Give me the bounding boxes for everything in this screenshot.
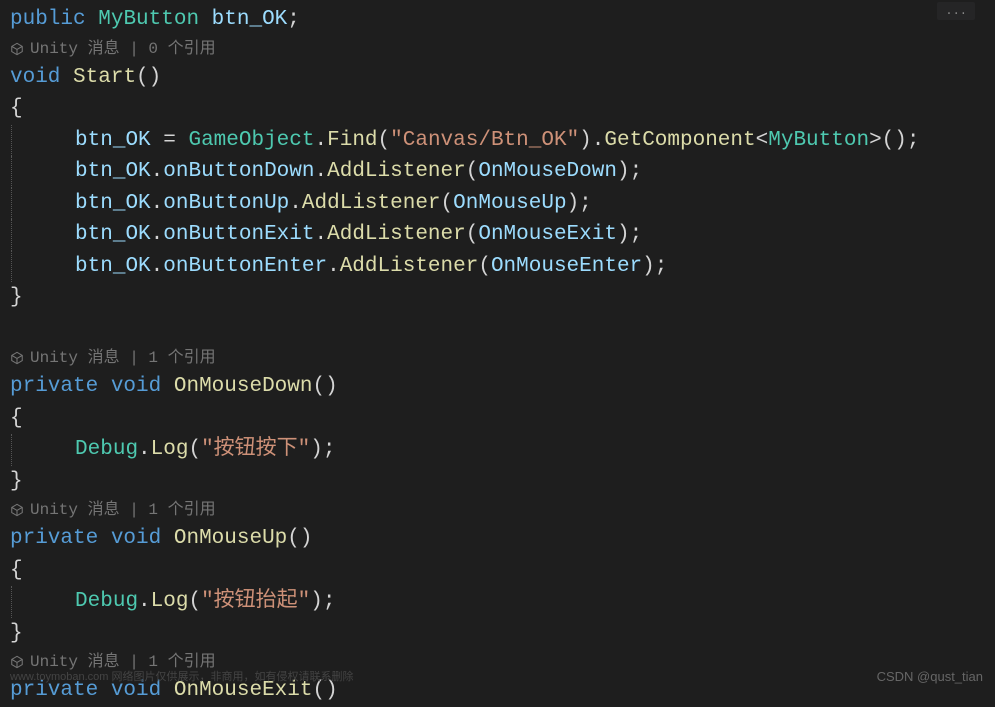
codelens-onmousedown[interactable]: Unity 消息 | 1 个引用 xyxy=(10,345,995,371)
cube-icon xyxy=(10,351,24,365)
method-log: Log xyxy=(151,586,189,618)
keyword-private: private xyxy=(10,523,98,555)
code-line: btn_OK.onButtonDown.AddListener(OnMouseD… xyxy=(10,156,995,188)
string-button-down: "按钮按下" xyxy=(201,434,310,466)
code-editor[interactable]: public MyButton btn_OK; Unity 消息 | 0 个引用… xyxy=(0,0,995,707)
method-log: Log xyxy=(151,434,189,466)
code-line: } xyxy=(10,466,995,498)
code-line: Debug.Log("按钮抬起"); xyxy=(10,586,995,618)
keyword-void: void xyxy=(10,62,60,94)
keyword-private: private xyxy=(10,371,98,403)
code-line: private void OnMouseDown() xyxy=(10,371,995,403)
keyword-void: void xyxy=(111,371,161,403)
method-addlistener: AddListener xyxy=(327,156,466,188)
var-btn-ok: btn_OK xyxy=(212,4,288,36)
arg-onmouseenter: OnMouseEnter xyxy=(491,251,642,283)
method-find: Find xyxy=(327,125,377,157)
code-line: { xyxy=(10,403,995,435)
code-line: void Start() xyxy=(10,62,995,94)
prop-onbuttonup: onButtonUp xyxy=(163,188,289,220)
method-addlistener: AddListener xyxy=(340,251,479,283)
watermark-csdn: CSDN @qust_tian xyxy=(877,669,983,684)
code-line: btn_OK.onButtonUp.AddListener(OnMouseUp)… xyxy=(10,188,995,220)
type-debug: Debug xyxy=(75,586,138,618)
code-line: btn_OK.onButtonExit.AddListener(OnMouseE… xyxy=(10,219,995,251)
keyword-public: public xyxy=(10,4,86,36)
method-addlistener: AddListener xyxy=(327,219,466,251)
code-line: public MyButton btn_OK; xyxy=(10,4,995,36)
prop-onbuttondown: onButtonDown xyxy=(163,156,314,188)
var-btn-ok: btn_OK xyxy=(75,156,151,188)
method-onmousedown: OnMouseDown xyxy=(174,371,313,403)
cube-icon xyxy=(10,503,24,517)
codelens-start[interactable]: Unity 消息 | 0 个引用 xyxy=(10,36,995,62)
blank-line xyxy=(10,314,995,346)
keyword-void: void xyxy=(111,523,161,555)
code-line: private void OnMouseUp() xyxy=(10,523,995,555)
var-btn-ok: btn_OK xyxy=(75,125,151,157)
code-line: } xyxy=(10,618,995,650)
arg-onmouseup: OnMouseUp xyxy=(453,188,566,220)
codelens-onmouseup[interactable]: Unity 消息 | 1 个引用 xyxy=(10,497,995,523)
type-mybutton: MyButton xyxy=(98,4,199,36)
type-debug: Debug xyxy=(75,434,138,466)
arg-onmousedown: OnMouseDown xyxy=(478,156,617,188)
watermark-source: www.toymoban.com 网络图片仅供展示，非商用，如有侵权请联系删除 xyxy=(10,668,353,684)
collapse-dots[interactable]: ... xyxy=(937,2,975,20)
code-line: { xyxy=(10,93,995,125)
code-line: { xyxy=(10,555,995,587)
type-mybutton: MyButton xyxy=(768,125,869,157)
prop-onbuttonenter: onButtonEnter xyxy=(163,251,327,283)
prop-onbuttonexit: onButtonExit xyxy=(163,219,314,251)
string-button-up: "按钮抬起" xyxy=(201,586,310,618)
method-getcomponent: GetComponent xyxy=(604,125,755,157)
type-gameobject: GameObject xyxy=(188,125,314,157)
cube-icon xyxy=(10,655,24,669)
codelens-text: Unity 消息 | 0 个引用 xyxy=(30,37,216,61)
code-line: } xyxy=(10,282,995,314)
code-line: btn_OK = GameObject.Find("Canvas/Btn_OK"… xyxy=(10,125,995,157)
string-canvas-path: "Canvas/Btn_OK" xyxy=(390,125,579,157)
method-addlistener: AddListener xyxy=(302,188,441,220)
code-line: btn_OK.onButtonEnter.AddListener(OnMouse… xyxy=(10,251,995,283)
method-onmouseup: OnMouseUp xyxy=(174,523,287,555)
cube-icon xyxy=(10,42,24,56)
var-btn-ok: btn_OK xyxy=(75,251,151,283)
var-btn-ok: btn_OK xyxy=(75,219,151,251)
code-line: Debug.Log("按钮按下"); xyxy=(10,434,995,466)
codelens-text: Unity 消息 | 1 个引用 xyxy=(30,498,216,522)
var-btn-ok: btn_OK xyxy=(75,188,151,220)
arg-onmouseexit: OnMouseExit xyxy=(478,219,617,251)
codelens-text: Unity 消息 | 1 个引用 xyxy=(30,346,216,370)
method-start: Start xyxy=(73,62,136,94)
